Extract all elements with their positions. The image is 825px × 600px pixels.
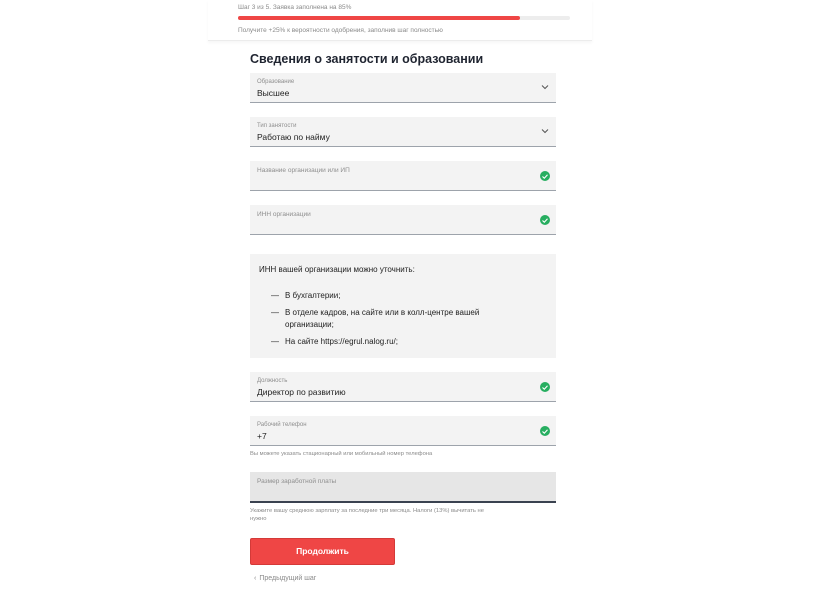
position-label: Должность — [257, 378, 288, 384]
salary-input[interactable]: Размер заработной платы — [250, 472, 556, 503]
salary-helper: Укажите вашу среднюю зарплату за последн… — [250, 508, 484, 514]
org-inn-input[interactable]: ИНН организации — [250, 205, 556, 235]
salary-helper-cont: нужно — [250, 516, 267, 522]
progress-bar — [238, 16, 570, 20]
org-inn-placeholder: ИНН организации — [257, 211, 311, 218]
education-value: Высшее — [257, 88, 290, 98]
education-label: Образование — [257, 79, 295, 85]
previous-step-link[interactable]: ‹ Предыдущий шаг — [254, 575, 316, 582]
info-item-text: В бухгалтерии; — [285, 291, 341, 300]
work-phone-label: Рабочий телефон — [257, 422, 307, 428]
chevron-down-icon[interactable] — [540, 82, 550, 92]
info-item-text[interactable]: На сайте https://egrul.nalog.ru/; — [285, 336, 515, 348]
check-circle-icon — [540, 382, 550, 392]
org-name-placeholder: Название организации или ИП — [257, 167, 350, 174]
position-input[interactable]: Должность Директор по развитию — [250, 372, 556, 402]
work-phone-helper: Вы можете указать стационарный или мобил… — [250, 451, 433, 457]
info-title: ИНН вашей организации можно уточнить: — [259, 265, 415, 274]
progress-header: Шаг 3 из 5. Заявка заполнена на 85% Полу… — [208, 0, 592, 41]
dash-bullet: — — [271, 337, 279, 346]
chevron-left-icon: ‹ — [254, 575, 257, 582]
employment-type-label: Тип занятости — [257, 123, 297, 129]
org-name-input[interactable]: Название организации или ИП — [250, 161, 556, 191]
check-circle-icon — [540, 215, 550, 225]
progress-bar-fill — [238, 16, 521, 20]
education-select[interactable]: Образование Высшее — [250, 73, 556, 103]
continue-button[interactable]: Продолжить — [250, 538, 395, 565]
inn-info-block: ИНН вашей организации можно уточнить: — … — [250, 254, 556, 358]
employment-type-select[interactable]: Тип занятости Работаю по найму — [250, 117, 556, 147]
work-phone-value: +7 — [257, 431, 267, 441]
info-item-text: В отделе кадров, на сайте или в колл-цен… — [285, 308, 480, 329]
check-circle-icon — [540, 171, 550, 181]
dash-bullet: — — [271, 291, 279, 300]
position-value: Директор по развитию — [257, 387, 346, 397]
salary-placeholder: Размер заработной платы — [257, 478, 337, 485]
employment-type-value: Работаю по найму — [257, 132, 330, 142]
chevron-down-icon[interactable] — [540, 126, 550, 136]
progress-caption: Шаг 3 из 5. Заявка заполнена на 85% — [238, 4, 352, 11]
work-phone-input[interactable]: Рабочий телефон +7 — [250, 416, 556, 446]
dash-bullet: — — [271, 308, 279, 317]
progress-hint: Получите +25% к вероятности одобрения, з… — [238, 27, 443, 34]
previous-step-label: Предыдущий шаг — [259, 575, 317, 582]
check-circle-icon — [540, 426, 550, 436]
section-title: Сведения о занятости и образовании — [250, 52, 484, 66]
